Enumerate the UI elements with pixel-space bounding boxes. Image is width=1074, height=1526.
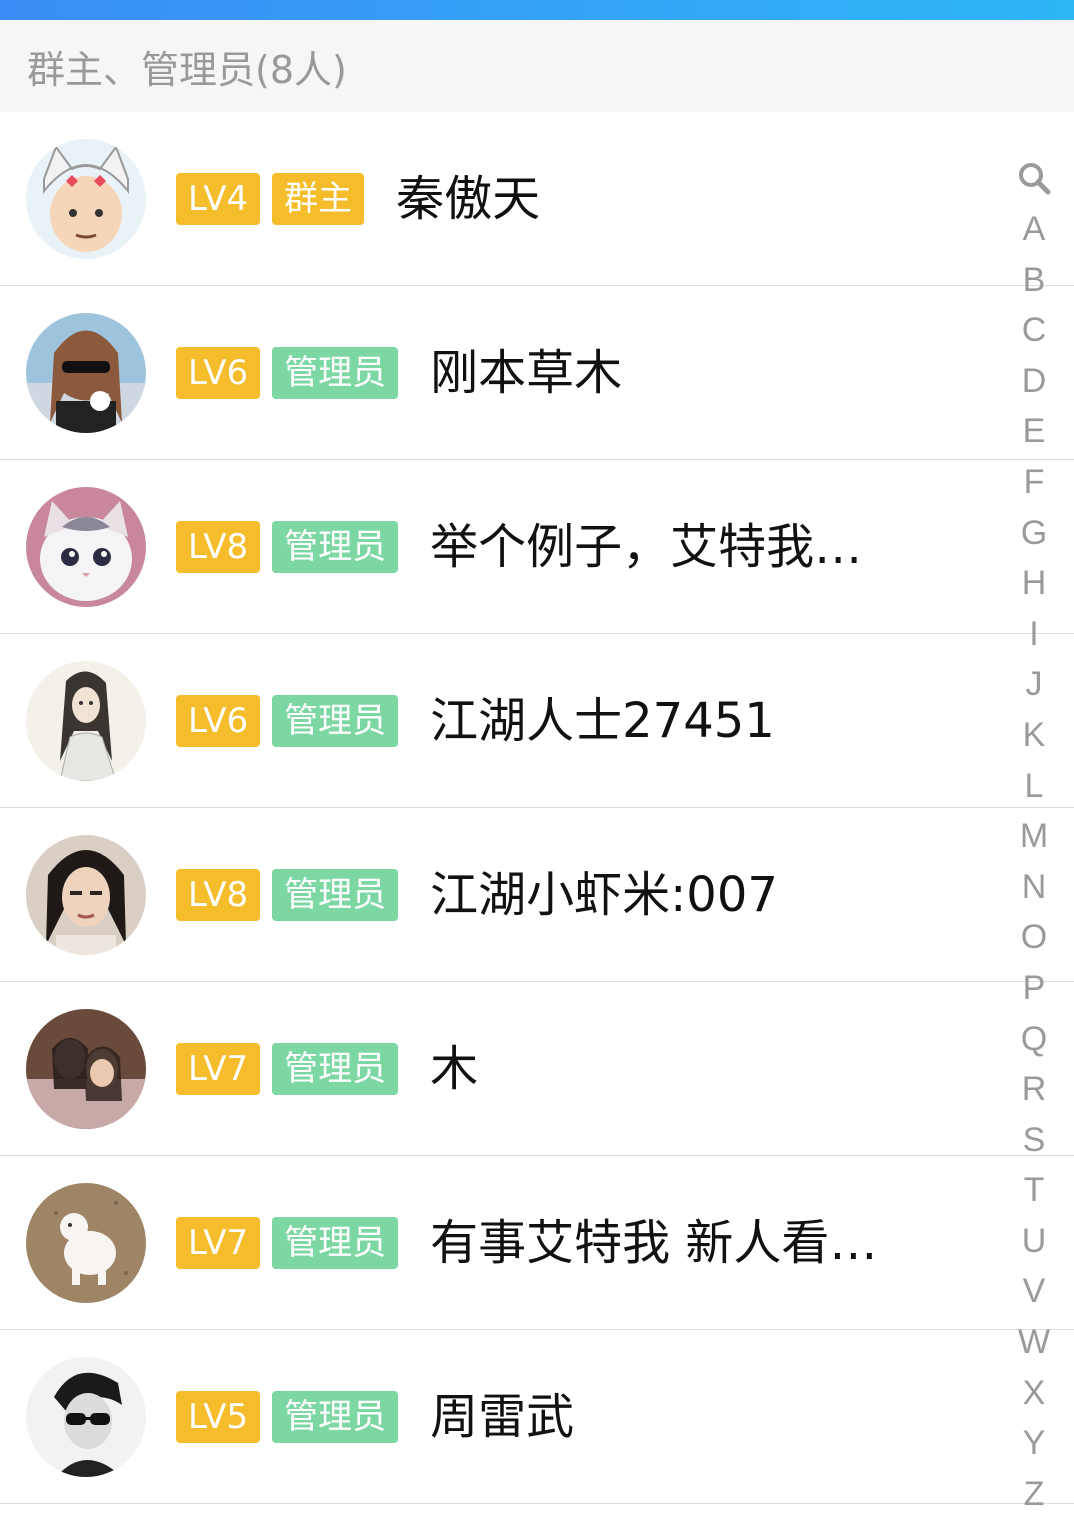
index-letter-z[interactable]: Z [1012, 1469, 1056, 1520]
top-accent-bar [0, 0, 1074, 20]
member-row[interactable]: LV7 管理员 有事艾特我 新人看… [0, 1156, 1074, 1330]
admin-badge: 管理员 [272, 1391, 399, 1443]
level-badge: LV7 [176, 1043, 261, 1095]
admin-badge: 管理员 [272, 521, 399, 573]
search-icon[interactable] [1016, 160, 1052, 196]
member-name: 秦傲天 [396, 171, 541, 227]
member-badges: LV8 管理员 举个例子，艾特我… [176, 521, 862, 573]
costume-man-avatar[interactable] [26, 835, 146, 955]
member-row[interactable]: LV8 管理员 举个例子，艾特我… [0, 460, 1074, 634]
member-row[interactable]: LV5 管理员 周雷武 [0, 1330, 1074, 1504]
index-letter-l[interactable]: L [1012, 761, 1056, 812]
index-letter-j[interactable]: J [1012, 659, 1056, 710]
index-letter-u[interactable]: U [1012, 1216, 1056, 1267]
kitten-avatar[interactable] [26, 487, 146, 607]
member-badges: LV5 管理员 周雷武 [176, 1391, 574, 1443]
owner-badge: 群主 [272, 173, 365, 225]
index-letter-t[interactable]: T [1012, 1165, 1056, 1216]
index-letter-e[interactable]: E [1012, 406, 1056, 457]
index-letter-a[interactable]: A [1012, 204, 1056, 255]
level-badge: LV7 [176, 1217, 261, 1269]
ink-swordsman-avatar[interactable] [26, 661, 146, 781]
index-letter-w[interactable]: W [1012, 1317, 1056, 1368]
index-letter-i[interactable]: I [1012, 609, 1056, 660]
index-letter-o[interactable]: O [1012, 912, 1056, 963]
white-puppy-avatar[interactable] [26, 1183, 146, 1303]
member-name: 举个例子，艾特我… [430, 519, 863, 575]
cartoon-cat-hat-avatar[interactable] [26, 139, 146, 259]
member-badges: LV6 管理员 江湖人士27451 [176, 695, 775, 747]
level-badge: LV8 [176, 521, 261, 573]
member-badges: LV6 管理员 刚本草木 [176, 347, 622, 399]
index-letter-f[interactable]: F [1012, 457, 1056, 508]
index-letter-r[interactable]: R [1012, 1064, 1056, 1115]
admin-badge: 管理员 [272, 347, 399, 399]
member-row[interactable]: LV6 管理员 刚本草木 [0, 286, 1074, 460]
admin-badge: 管理员 [272, 1217, 399, 1269]
member-row[interactable]: LV4 群主 秦傲天 [0, 112, 1074, 286]
member-name: 江湖人士27451 [430, 693, 775, 749]
member-list: LV4 群主 秦傲天 LV6 管理员 刚本草木 LV8 管理员 举个例子，艾特我… LV6 管理员江… [0, 112, 1074, 1504]
index-letter-x[interactable]: X [1012, 1368, 1056, 1419]
member-row[interactable]: LV8 管理员 江湖小虾米:007 [0, 808, 1074, 982]
level-badge: LV5 [176, 1391, 261, 1443]
level-badge: LV8 [176, 869, 261, 921]
member-badges: LV4 群主 秦傲天 [176, 173, 540, 225]
index-letter-b[interactable]: B [1012, 255, 1056, 306]
member-name: 有事艾特我 新人看… [430, 1215, 878, 1271]
index-letter-n[interactable]: N [1012, 862, 1056, 913]
member-name: 刚本草木 [430, 345, 623, 401]
index-letter-p[interactable]: P [1012, 963, 1056, 1014]
member-badges: LV8 管理员 江湖小虾米:007 [176, 869, 778, 921]
section-header: 群主、管理员(8人) [0, 20, 1074, 112]
admin-badge: 管理员 [272, 695, 399, 747]
admin-badge: 管理员 [272, 869, 399, 921]
index-letter-m[interactable]: M [1012, 811, 1056, 862]
index-letter-k[interactable]: K [1012, 710, 1056, 761]
index-letter-s[interactable]: S [1012, 1115, 1056, 1166]
member-list-page: 群主、管理员(8人) LV4 群主 秦傲天 LV6 管理员 刚本草木 LV8 管理员 举个例子，… [0, 0, 1074, 1526]
index-letter-q[interactable]: Q [1012, 1014, 1056, 1065]
alphabet-index-bar[interactable]: ABCDEFGHIJKLMNOPQRSTUVWXYZ [1012, 160, 1056, 1519]
member-row[interactable]: LV6 管理员 江湖人士27451 [0, 634, 1074, 808]
index-letter-y[interactable]: Y [1012, 1418, 1056, 1469]
index-letter-h[interactable]: H [1012, 558, 1056, 609]
index-letter-g[interactable]: G [1012, 508, 1056, 559]
member-badges: LV7 管理员 有事艾特我 新人看… [176, 1217, 877, 1269]
level-badge: LV6 [176, 695, 261, 747]
bw-man-sunglasses-avatar[interactable] [26, 1357, 146, 1477]
member-badges: LV7 管理员木 [176, 1043, 478, 1095]
woman-sunglasses-avatar[interactable] [26, 313, 146, 433]
member-row[interactable]: LV7 管理员木 [0, 982, 1074, 1156]
member-name: 周雷武 [430, 1389, 575, 1445]
index-letter-v[interactable]: V [1012, 1266, 1056, 1317]
index-letter-c[interactable]: C [1012, 305, 1056, 356]
section-title: 群主、管理员(8人) [27, 47, 347, 92]
couple-photo-avatar[interactable] [26, 1009, 146, 1129]
admin-badge: 管理员 [272, 1043, 399, 1095]
member-name: 木 [430, 1041, 479, 1097]
index-letter-d[interactable]: D [1012, 356, 1056, 407]
level-badge: LV4 [176, 173, 261, 225]
level-badge: LV6 [176, 347, 261, 399]
member-name: 江湖小虾米:007 [430, 867, 778, 923]
